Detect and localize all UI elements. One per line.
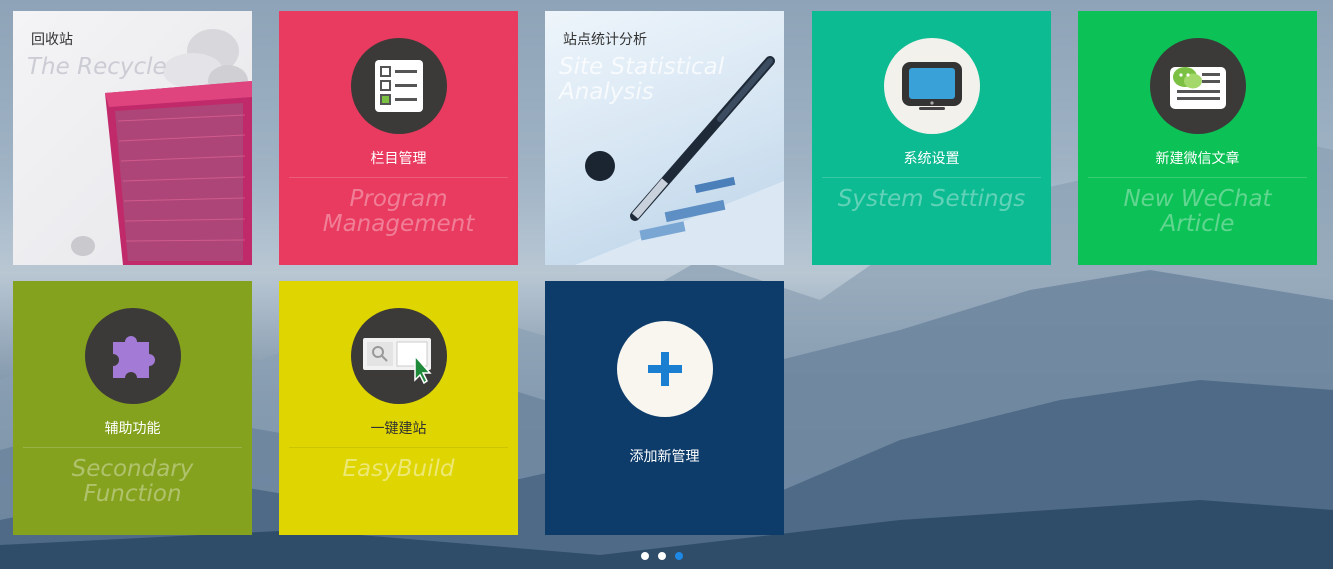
tile-site-statistics[interactable]: 站点统计分析 Site Statistical Analysis [545,11,784,265]
tile-subtitle: Site Statistical Analysis [559,54,725,105]
tile-divider [1088,177,1307,178]
tile-title: 添加新管理 [629,449,700,465]
icon-circle [351,308,447,404]
tile-add-new-management[interactable]: 添加新管理 [545,281,784,535]
pen-chart-photo [575,56,784,265]
tile-title: 系统设置 [903,151,960,167]
tile-program-management[interactable]: 栏目管理 Program Management [279,11,518,265]
tile-title: 栏目管理 [370,151,427,167]
icon-circle [351,38,447,134]
tile-subtitle: Program Management [322,186,475,237]
tile-subtitle: The Recycle [27,54,167,80]
tile-easybuild[interactable]: 一键建站 EasyBuild [279,281,518,535]
puzzle-icon [113,336,155,378]
plus-icon [648,352,682,386]
tile-recycle-bin[interactable]: 回收站 The Recycle [13,11,252,265]
tile-title: 站点统计分析 [563,32,647,48]
wechat-article-icon [1170,67,1226,109]
pagination-dots [641,552,683,560]
tile-title: 新建微信文章 [1155,151,1240,167]
tile-subtitle: System Settings [837,186,1026,212]
tile-system-settings[interactable]: 系统设置 System Settings [812,11,1051,265]
tile-title: 一键建站 [370,421,427,437]
pagination-dot-1[interactable] [641,552,649,560]
tile-secondary-function[interactable]: 辅助功能 Secondary Function [13,281,252,535]
tile-divider [289,177,508,178]
icon-circle [1150,38,1246,134]
tile-divider [23,447,242,448]
pagination-dot-2[interactable] [658,552,666,560]
icon-circle [85,308,181,404]
add-icon-circle [617,321,713,417]
browser-cursor-icon [363,338,432,384]
icon-circle [884,38,980,134]
trash-bin-photo [71,29,252,265]
tile-divider [289,447,508,448]
tile-new-wechat-article[interactable]: 新建微信文章 New WeChat Article [1078,11,1317,265]
monitor-icon [902,62,962,110]
tile-title: 回收站 [31,32,73,48]
tile-subtitle: EasyBuild [342,456,455,482]
tile-subtitle: Secondary Function [71,456,194,507]
checklist-icon [375,60,423,112]
tile-subtitle: New WeChat Article [1123,186,1272,237]
tile-title: 辅助功能 [104,421,161,437]
tile-divider [822,177,1041,178]
pagination-dot-3[interactable] [675,552,683,560]
